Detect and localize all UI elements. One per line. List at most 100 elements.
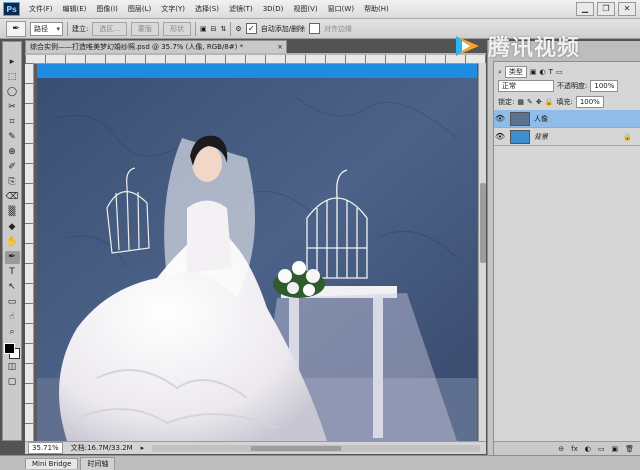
healing-tool-icon[interactable]: ⊕ xyxy=(5,146,20,159)
opacity-input[interactable]: 100% xyxy=(590,80,619,92)
lock-pixels-icon[interactable]: ▦ xyxy=(517,98,524,106)
lock-position-icon[interactable]: ✥ xyxy=(536,98,542,106)
pen-tool-icon[interactable]: ✒ xyxy=(4,251,20,264)
restore-button[interactable]: ❐ xyxy=(597,2,615,16)
move-tool-icon[interactable]: ▸ xyxy=(5,56,20,69)
document-tab-title: 综合实例——打造唯美梦幻婚纱照.psd @ 35.7% (人像, RGB/8#)… xyxy=(30,43,244,51)
wedding-photo[interactable] xyxy=(37,78,477,441)
lasso-tool-icon[interactable]: ◯ xyxy=(5,86,20,99)
photoshop-logo: Ps xyxy=(3,2,20,16)
layer-mask-icon[interactable]: ▭ xyxy=(598,445,605,453)
foreground-color-swatch[interactable] xyxy=(4,343,15,354)
menu-3d[interactable]: 3D(D) xyxy=(263,5,284,13)
eye-icon[interactable]: 👁 xyxy=(494,114,506,123)
path-operations-icon[interactable]: ▣ xyxy=(200,25,207,33)
menu-select[interactable]: 选择(S) xyxy=(195,4,219,14)
auto-add-delete-checkbox[interactable]: ✓ xyxy=(245,23,257,34)
document-tab[interactable]: 综合实例——打造唯美梦幻婚纱照.psd @ 35.7% (人像, RGB/8#)… xyxy=(25,40,287,53)
dodge-tool-icon[interactable]: ✋ xyxy=(5,236,20,249)
horizontal-scrollbar[interactable] xyxy=(152,444,480,452)
menu-type[interactable]: 文字(Y) xyxy=(161,4,185,14)
blend-mode-select[interactable]: 正常 xyxy=(498,80,554,92)
menu-help[interactable]: 帮助(H) xyxy=(364,4,389,14)
blend-row: 正常 不透明度: 100% xyxy=(498,80,619,92)
document-size-info[interactable]: 文档:16.7M/33.2M xyxy=(71,443,133,453)
eraser-tool-icon[interactable]: ⌫ xyxy=(5,191,20,204)
separator xyxy=(195,21,197,36)
menu-window[interactable]: 窗口(W) xyxy=(328,4,354,14)
eyedropper-tool-icon[interactable]: ✎ xyxy=(5,131,20,144)
lock-all-icon[interactable]: 🔒 xyxy=(545,98,554,106)
layer-row[interactable]: 👁 人像 xyxy=(494,110,640,128)
layer-row[interactable]: 👁 背景 🔒 xyxy=(494,128,640,146)
type-tool-icon[interactable]: T xyxy=(5,266,20,279)
gear-icon[interactable]: ⚙ xyxy=(235,25,241,33)
align-edges-checkbox[interactable]: ✓ xyxy=(309,23,321,34)
crop-tool-icon[interactable]: ✂ xyxy=(5,101,20,114)
canvas-area[interactable] xyxy=(25,55,486,441)
shape-tool-icon[interactable]: ▭ xyxy=(5,296,20,309)
link-layers-icon[interactable]: ⊖ xyxy=(558,445,564,453)
vertical-scroll-thumb[interactable] xyxy=(480,183,486,263)
filter-type-icon[interactable]: T xyxy=(549,68,553,76)
make-shape-button[interactable]: 形状 xyxy=(163,21,192,36)
horizontal-scroll-thumb[interactable] xyxy=(250,445,341,451)
path-alignment-icon[interactable]: ⊟ xyxy=(211,25,217,33)
marquee-tool-icon[interactable]: ⬚ xyxy=(5,71,20,84)
minimize-button[interactable]: ▁ xyxy=(576,2,594,16)
vertical-scrollbar[interactable] xyxy=(478,63,486,441)
tab-mini-bridge[interactable]: Mini Bridge xyxy=(25,457,79,469)
zoom-tool-icon[interactable]: ⌕ xyxy=(5,326,20,339)
horizontal-ruler xyxy=(25,55,486,64)
slice-tool-icon[interactable]: ⌗ xyxy=(5,116,20,129)
opacity-label: 不透明度: xyxy=(557,82,588,90)
tab-timeline[interactable]: 时间轴 xyxy=(80,456,116,470)
filter-image-icon[interactable]: ▣ xyxy=(530,68,537,76)
tencent-video-logo-icon xyxy=(456,36,479,56)
auto-add-delete-label: 自动添加/删除 xyxy=(260,24,306,33)
align-edges-label: 对齐边缘 xyxy=(324,24,353,33)
blue-band xyxy=(37,64,477,78)
layer-kind-filter[interactable]: 类型 xyxy=(504,66,527,78)
eye-icon[interactable]: 👁 xyxy=(494,132,506,141)
filter-adjustment-icon[interactable]: ◐ xyxy=(540,68,546,76)
clone-stamp-tool-icon[interactable]: ⎘ xyxy=(5,176,20,189)
pen-mode-select[interactable]: 路径 xyxy=(30,21,63,36)
menu-view[interactable]: 视图(V) xyxy=(293,4,317,14)
delete-layer-icon[interactable]: 🗑 xyxy=(625,445,634,453)
blur-tool-icon[interactable]: ◆ xyxy=(5,221,20,234)
menu-filter[interactable]: 滤镜(T) xyxy=(229,4,253,14)
close-button[interactable]: ✕ xyxy=(618,2,636,16)
status-bar: 35.71% 文档:16.7M/33.2M ▸ xyxy=(25,441,486,454)
search-icon: ⌕ xyxy=(498,67,502,76)
menu-layer[interactable]: 图层(L) xyxy=(128,4,151,14)
layer-name[interactable]: 人像 xyxy=(534,114,548,124)
menu-image[interactable]: 图像(I) xyxy=(96,4,118,14)
fill-input[interactable]: 100% xyxy=(575,96,604,108)
layer-name[interactable]: 背景 xyxy=(534,132,548,142)
make-selection-button[interactable]: 选区... xyxy=(92,21,128,36)
adjustment-layer-icon[interactable]: ◐ xyxy=(585,445,591,453)
path-selection-tool-icon[interactable]: ↖ xyxy=(5,281,20,294)
video-watermark: 腾讯视频 xyxy=(452,30,638,62)
menu-edit[interactable]: 编辑(E) xyxy=(63,4,87,14)
layer-style-icon[interactable]: fx xyxy=(571,445,578,453)
color-swatches[interactable] xyxy=(4,343,20,359)
new-layer-icon[interactable]: ▣ xyxy=(611,445,618,453)
filter-shape-icon[interactable]: ▭ xyxy=(556,68,563,76)
zoom-level-field[interactable]: 35.71% xyxy=(28,442,63,454)
screen-mode-icon[interactable]: ▢ xyxy=(5,376,20,389)
brush-tool-icon[interactable]: ✐ xyxy=(5,161,20,174)
gradient-tool-icon[interactable]: ▒ xyxy=(5,206,20,219)
status-arrow-icon[interactable]: ▸ xyxy=(141,444,145,452)
path-arrangement-icon[interactable]: ⇅ xyxy=(221,25,227,33)
hand-tool-icon[interactable]: ☝ xyxy=(5,311,20,324)
lock-paint-icon[interactable]: ✎ xyxy=(527,98,533,106)
menu-file[interactable]: 文件(F) xyxy=(29,4,53,14)
pen-tool-preset-icon[interactable]: ✒ xyxy=(6,20,26,37)
layer-filter-row: ⌕ 类型 ▣ ◐ T ▭ xyxy=(498,66,563,78)
layer-thumbnail xyxy=(510,111,530,126)
make-mask-button[interactable]: 蒙版 xyxy=(131,21,160,36)
close-tab-icon[interactable]: × xyxy=(277,41,283,53)
quick-mask-icon[interactable]: ◫ xyxy=(5,361,20,374)
